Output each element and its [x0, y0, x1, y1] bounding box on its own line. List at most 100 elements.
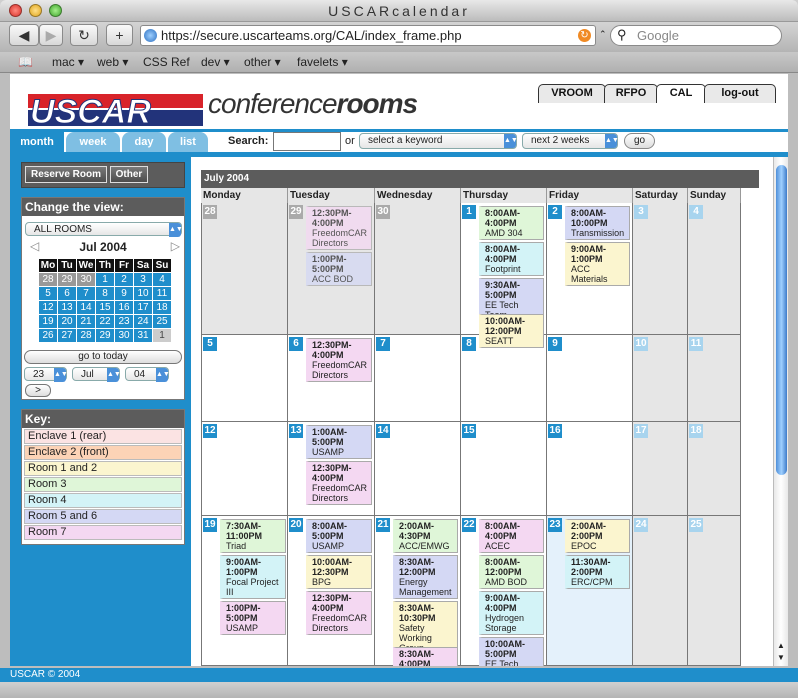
reserve-room-button[interactable]: Reserve Room — [25, 166, 107, 183]
event-block[interactable]: 12:30PM-4:00PM FreedomCAR Directors — [306, 338, 372, 382]
bookmark-other[interactable]: other ▾ — [244, 55, 281, 69]
event-block[interactable]: 8:30AM-12:00PM Energy Management — [393, 555, 458, 599]
day-number[interactable]: 12 — [203, 424, 217, 438]
mini-day[interactable]: 7 — [76, 286, 96, 301]
mini-day[interactable]: 27 — [57, 328, 77, 343]
day-number[interactable]: 11 — [689, 337, 703, 351]
tab-month[interactable]: month — [10, 132, 64, 152]
mini-day[interactable]: 23 — [114, 314, 134, 329]
go-date-button[interactable]: > — [25, 384, 51, 397]
day-number[interactable]: 18 — [689, 424, 703, 438]
bookmark-favelets[interactable]: favelets ▾ — [297, 55, 348, 69]
day-cell[interactable]: 11 — [688, 335, 741, 422]
day-cell[interactable]: 22 8:00AM-4:00PM ACEC 8:00AM-12:00PM AMD BOD… — [461, 516, 547, 666]
event-block[interactable]: 10:00AM-12:30PM BPG — [306, 555, 372, 589]
back-button[interactable]: ◀ — [9, 24, 39, 46]
bookmark-web[interactable]: web ▾ — [97, 55, 128, 69]
day-number[interactable]: 30 — [376, 205, 390, 219]
day-number[interactable]: 23 — [548, 518, 562, 532]
mini-day[interactable]: 6 — [57, 286, 77, 301]
tab-vroom[interactable]: VROOM — [538, 84, 606, 103]
rss-icon[interactable]: ↻ — [578, 29, 591, 42]
tab-log-out[interactable]: log-out — [704, 84, 776, 103]
mini-day[interactable]: 30 — [76, 272, 96, 287]
bookmarks-book-icon[interactable]: 📖 — [18, 55, 33, 69]
event-block[interactable]: 8:00AM-4:00PM ACEC — [479, 519, 544, 553]
day-number[interactable]: 24 — [634, 518, 648, 532]
event-block[interactable]: 1:00PM-5:00PM ACC BOD — [306, 252, 372, 286]
other-button[interactable]: Other — [110, 166, 148, 183]
mini-day[interactable]: 14 — [76, 300, 96, 315]
mini-day[interactable]: 20 — [57, 314, 77, 329]
mini-day[interactable]: 16 — [114, 300, 134, 315]
mini-day[interactable]: 21 — [76, 314, 96, 329]
event-block[interactable]: 9:00AM-1:00PM ACC Materials — [565, 242, 630, 286]
event-block[interactable]: 2:00AM-4:30PM ACC/EMWG — [393, 519, 458, 553]
rooms-select[interactable]: ALL ROOMS ▲▼ — [25, 222, 183, 237]
event-block[interactable]: 12:30PM-4:00PM FreedomCAR Directors — [306, 591, 372, 635]
mini-day[interactable]: 17 — [133, 300, 153, 315]
day-cell[interactable]: 8 — [461, 335, 547, 422]
bookmark-dev[interactable]: dev ▾ — [201, 55, 230, 69]
day-cell[interactable]: 19 7:30AM-11:00PM Triad 9:00AM-1:00PM Focal … — [201, 516, 288, 666]
mini-day[interactable]: 1 — [152, 328, 172, 343]
vertical-scrollbar[interactable]: ▲ ▼ — [773, 157, 788, 666]
day-cell[interactable]: 4 — [688, 203, 741, 335]
day-number[interactable]: 9 — [548, 337, 562, 351]
mini-day[interactable]: 29 — [95, 328, 115, 343]
day-number[interactable]: 19 — [203, 518, 217, 532]
search-input[interactable] — [273, 132, 341, 151]
day-number[interactable]: 16 — [548, 424, 562, 438]
day-cell[interactable]: 1 8:00AM-4:00PM AMD 304 8:00AM-4:00PM Footpr… — [461, 203, 547, 348]
day-number[interactable]: 29 — [289, 205, 303, 219]
day-number[interactable]: 10 — [634, 337, 648, 351]
day-number[interactable]: 7 — [376, 337, 390, 351]
day-cell[interactable]: 3 — [633, 203, 688, 335]
day-cell[interactable]: 9 — [547, 335, 633, 422]
day-cell[interactable]: 7 — [375, 335, 461, 422]
event-block[interactable]: 8:00AM-10:00PM Transmission — [565, 206, 630, 240]
day-number[interactable]: 2 — [548, 205, 562, 219]
event-block[interactable]: 9:00AM-1:00PM Focal Project III — [220, 555, 286, 599]
mini-day[interactable]: 28 — [38, 272, 58, 287]
mini-day[interactable]: 24 — [133, 314, 153, 329]
mini-day[interactable]: 30 — [114, 328, 134, 343]
year-select[interactable]: 04 ▲▼ — [125, 367, 170, 382]
day-number[interactable]: 6 — [289, 337, 303, 351]
next-month-icon[interactable]: ▷ — [171, 239, 180, 253]
day-number[interactable]: 22 — [462, 518, 476, 532]
scroll-down-icon[interactable]: ▼ — [777, 653, 785, 662]
day-cell[interactable]: 16 — [547, 422, 633, 516]
event-block[interactable]: 8:00AM-4:00PM AMD 304 — [479, 206, 544, 240]
tab-week[interactable]: week — [66, 132, 120, 152]
forward-button[interactable]: ▶ — [39, 24, 63, 46]
event-block[interactable]: 8:30AM-4:00PMFuel Cell — [393, 647, 458, 666]
day-cell[interactable]: 14 — [375, 422, 461, 516]
day-cell[interactable]: 10 — [633, 335, 688, 422]
bookmark-mac[interactable]: mac ▾ — [52, 55, 84, 69]
go-to-today-button[interactable]: go to today — [24, 350, 182, 364]
tab-rfpo[interactable]: RFPO — [604, 84, 658, 103]
day-number[interactable]: 21 — [376, 518, 390, 532]
address-bar[interactable]: https://secure.uscarteams.org/CAL/index_… — [140, 25, 596, 46]
day-number[interactable]: 1 — [462, 205, 476, 219]
mini-day[interactable]: 12 — [38, 300, 58, 315]
mini-day[interactable]: 4 — [152, 272, 172, 287]
day-cell[interactable]: 23 2:00AM-2:00PM EPOC 11:30AM-2:00PM ERC/CPM — [547, 516, 633, 666]
day-select[interactable]: 23 ▲▼ — [24, 367, 68, 382]
tab-cal[interactable]: CAL — [656, 84, 706, 103]
day-number[interactable]: 13 — [289, 424, 303, 438]
tab-day[interactable]: day — [122, 132, 166, 152]
day-number[interactable]: 5 — [203, 337, 217, 351]
day-number[interactable]: 4 — [689, 205, 703, 219]
event-block[interactable]: 7:30AM-11:00PM Triad — [220, 519, 286, 553]
mini-day[interactable]: 11 — [152, 286, 172, 301]
day-cell[interactable]: 12 — [201, 422, 288, 516]
new-tab-button[interactable]: + — [106, 24, 133, 46]
scroll-up-icon[interactable]: ▲ — [777, 641, 785, 650]
day-number[interactable]: 28 — [203, 205, 217, 219]
range-select[interactable]: next 2 weeks ▲▼ — [522, 133, 619, 149]
event-block[interactable]: 1:00AM-5:00PM USAMP — [306, 425, 372, 459]
tab-list[interactable]: list — [168, 132, 208, 152]
event-block[interactable]: 9:00AM-4:00PM Hydrogen Storage — [479, 591, 544, 635]
